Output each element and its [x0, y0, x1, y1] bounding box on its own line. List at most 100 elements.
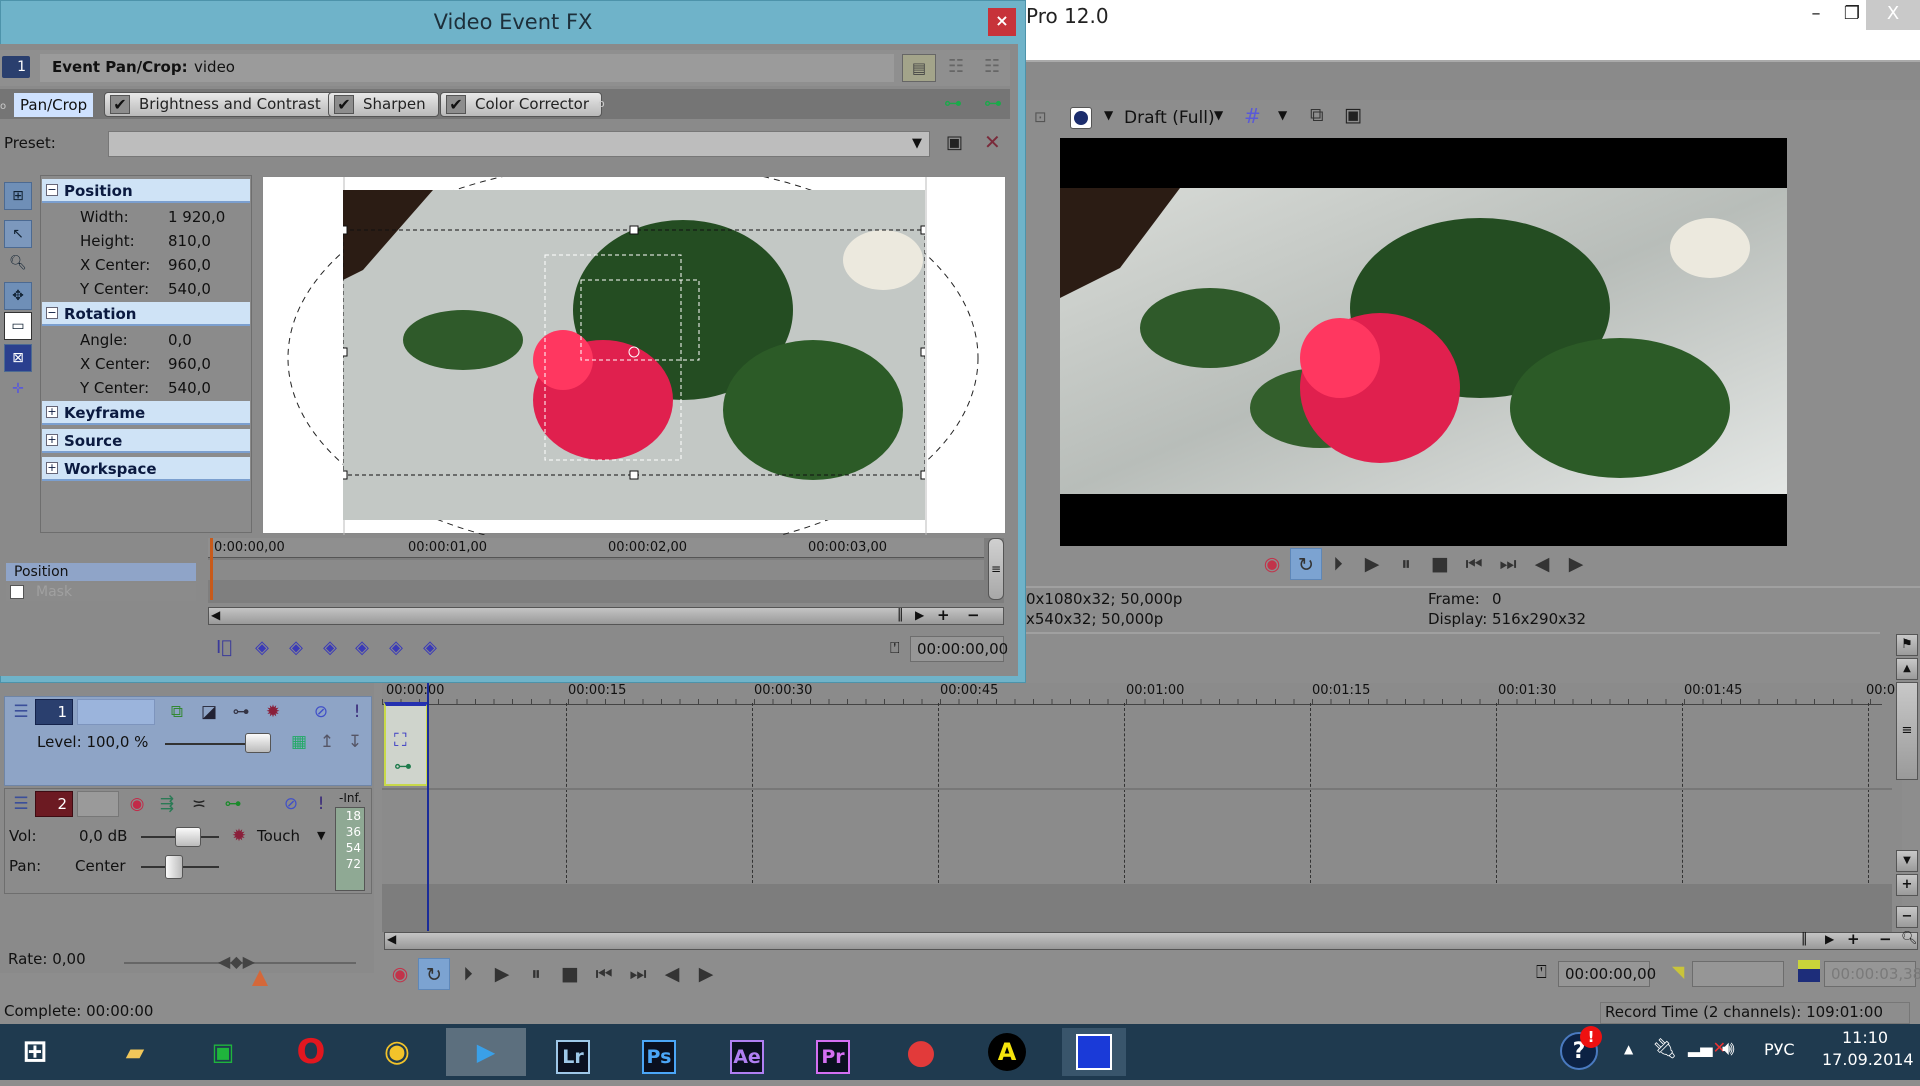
- composite-mode-icon[interactable]: ⧉: [165, 701, 189, 723]
- video-track-header[interactable]: ☰ 1 ⧉ ◪ ⊶ ✹ ⊘ ! Level: 100,0 % ▦ ↥ ↧: [4, 696, 372, 786]
- property-row[interactable]: X Center: 960,0: [42, 353, 250, 375]
- property-row[interactable]: Angle: 0,0: [42, 329, 250, 351]
- scroll-down-icon[interactable]: ▼: [1896, 850, 1918, 872]
- invert-phase-icon[interactable]: ⇶: [155, 793, 179, 815]
- scroll-right-icon[interactable]: ▶: [1825, 932, 1834, 946]
- first-keyframe-icon[interactable]: ◈: [252, 638, 272, 658]
- go-to-start-button[interactable]: ⏮: [1458, 548, 1490, 580]
- make-compositing-child-icon[interactable]: ◪: [197, 701, 221, 723]
- kf-vertical-scrollbar[interactable]: ≡: [988, 538, 1004, 600]
- split-screen-icon[interactable]: ⊡: [1034, 108, 1047, 126]
- property-row[interactable]: X Center: 960,0: [42, 254, 250, 276]
- layout-single-icon[interactable]: ▤: [902, 54, 936, 82]
- properties-toggle-icon[interactable]: ⊞: [4, 182, 32, 210]
- mute-icon[interactable]: ⊘: [279, 793, 303, 815]
- create-keyframe-icon[interactable]: ◈: [386, 638, 406, 658]
- pan-crop-icon[interactable]: ⛶: [394, 730, 407, 751]
- video-event-clip[interactable]: ⛶ ⊶: [384, 702, 428, 786]
- save-snapshot-icon[interactable]: ▣: [1344, 104, 1362, 126]
- keyframe-horizontal-scrollbar[interactable]: ◀ ‖ ▶ + −: [208, 606, 1004, 625]
- loop-playback-button[interactable]: ↻: [418, 958, 450, 990]
- last-keyframe-icon[interactable]: ◈: [352, 638, 372, 658]
- stop-button[interactable]: ■: [554, 958, 586, 990]
- delete-preset-icon[interactable]: ✕: [984, 130, 1001, 154]
- zoom-in-icon[interactable]: +: [1896, 874, 1918, 896]
- level-slider-handle[interactable]: [245, 733, 271, 753]
- keyframe-timeline[interactable]: 0:00:00,00 00:00:01,00 00:00:02,00 00:00…: [208, 538, 1004, 603]
- mute-icon[interactable]: ⊘: [309, 701, 333, 723]
- section-rotation[interactable]: − Rotation: [42, 302, 250, 326]
- track-name-field[interactable]: [77, 791, 119, 817]
- fx-enable-checkbox[interactable]: ✔: [446, 95, 466, 114]
- chevron-down-icon[interactable]: ▼: [317, 829, 325, 842]
- go-to-start-button[interactable]: ⏮: [588, 958, 620, 990]
- scroll-thumb-end[interactable]: ‖: [1801, 931, 1808, 946]
- previous-frame-button[interactable]: ◀: [1526, 548, 1558, 580]
- remove-plug-in-icon[interactable]: ⊶: [984, 93, 1002, 114]
- file-explorer-icon[interactable]: ▰: [106, 1028, 164, 1076]
- stop-button[interactable]: ■: [1424, 548, 1456, 580]
- collapse-icon[interactable]: −: [46, 307, 58, 319]
- property-value[interactable]: 540,0: [168, 278, 211, 300]
- a-app-icon[interactable]: A: [978, 1028, 1036, 1076]
- network-icon[interactable]: ▂▄✕: [1688, 1038, 1726, 1057]
- property-row[interactable]: Width: 1 920,0: [42, 206, 250, 228]
- scroll-left-icon[interactable]: ◀: [387, 932, 396, 946]
- timeline-horizontal-scrollbar[interactable]: ◀ ‖ ▶ + − 🔍︎: [384, 930, 1918, 950]
- property-value[interactable]: 810,0: [168, 230, 211, 252]
- event-fx-icon[interactable]: ⊶: [394, 756, 412, 777]
- selection-start-time[interactable]: [1692, 961, 1784, 987]
- property-value[interactable]: 960,0: [168, 254, 211, 276]
- play-button[interactable]: ▶: [486, 958, 518, 990]
- zoom-in-icon[interactable]: +: [1847, 930, 1860, 948]
- marker-flag-icon[interactable]: ⚑: [1896, 634, 1918, 656]
- property-value[interactable]: 0,0: [168, 329, 192, 351]
- keyframe-track-position[interactable]: Position: [6, 563, 196, 581]
- scroll-left-icon[interactable]: ◀: [211, 608, 220, 622]
- property-row[interactable]: Y Center: 540,0: [42, 377, 250, 399]
- overlays-grid-icon[interactable]: #: [1244, 104, 1261, 128]
- property-value[interactable]: 540,0: [168, 377, 211, 399]
- track-fx-icon[interactable]: ≍: [187, 793, 211, 815]
- mask-checkbox[interactable]: [10, 585, 24, 599]
- cursor-time[interactable]: 00:00:00,00: [1558, 961, 1656, 987]
- rate-slider-handle[interactable]: ◀◆▶: [218, 952, 255, 971]
- chain-brightness-contrast[interactable]: ✔ Brightness and Contrast: [104, 92, 334, 117]
- fx-enable-checkbox[interactable]: ✔: [334, 95, 354, 114]
- chevron-down-icon[interactable]: ▼: [1104, 108, 1113, 122]
- opera-icon[interactable]: O: [282, 1028, 340, 1076]
- move-in-any-direction-icon[interactable]: ✛: [4, 376, 32, 404]
- delete-keyframe-icon[interactable]: ◈: [420, 638, 440, 658]
- fx-enable-checkbox[interactable]: ✔: [110, 95, 130, 114]
- plug-in-chain-icon[interactable]: ⊶: [944, 93, 962, 114]
- chevron-down-icon[interactable]: ▼: [1214, 108, 1223, 122]
- workspace-frame[interactable]: [343, 190, 925, 520]
- zoom-in-icon[interactable]: +: [937, 606, 950, 624]
- go-to-end-button[interactable]: ⏭: [622, 958, 654, 990]
- section-workspace[interactable]: + Workspace: [42, 457, 250, 481]
- preview-quality-select[interactable]: Draft (Full): [1124, 108, 1215, 128]
- timeline-vertical-scrollbar[interactable]: ⚑ ▲ ≡ ▼ + −: [1896, 632, 1920, 952]
- selection-length-time[interactable]: 00:00:03,38: [1824, 961, 1920, 987]
- screen-capture-icon[interactable]: [1062, 1028, 1126, 1076]
- show-hidden-icons[interactable]: ▲: [1624, 1042, 1633, 1056]
- scroll-up-icon[interactable]: ▲: [1896, 658, 1918, 680]
- chain-sharpen[interactable]: ✔ Sharpen: [328, 92, 439, 117]
- zoom-tool-icon[interactable]: 🔍︎: [4, 250, 32, 278]
- scroll-right-icon[interactable]: ▶: [915, 608, 924, 622]
- expand-icon[interactable]: +: [46, 462, 58, 474]
- sync-cursor-icon[interactable]: I⃝: [214, 638, 234, 658]
- expand-icon[interactable]: +: [46, 434, 58, 446]
- lock-aspect-icon[interactable]: ⊠: [4, 344, 32, 372]
- loop-playback-button[interactable]: ↻: [1290, 548, 1322, 580]
- track-minimize-icon[interactable]: ☰: [9, 701, 33, 723]
- parent-track-icon[interactable]: ↥: [315, 731, 339, 753]
- previous-keyframe-icon[interactable]: ◈: [286, 638, 306, 658]
- save-preset-icon[interactable]: ▣: [946, 132, 963, 153]
- pause-button[interactable]: ⏸: [1390, 548, 1422, 580]
- lightroom-icon[interactable]: Lr: [544, 1028, 602, 1076]
- arm-record-icon[interactable]: ◉: [125, 793, 149, 815]
- video-fx-icon[interactable]: [1070, 107, 1092, 129]
- zoom-out-icon[interactable]: −: [967, 606, 980, 624]
- chevron-down-icon[interactable]: ▼: [1278, 108, 1287, 122]
